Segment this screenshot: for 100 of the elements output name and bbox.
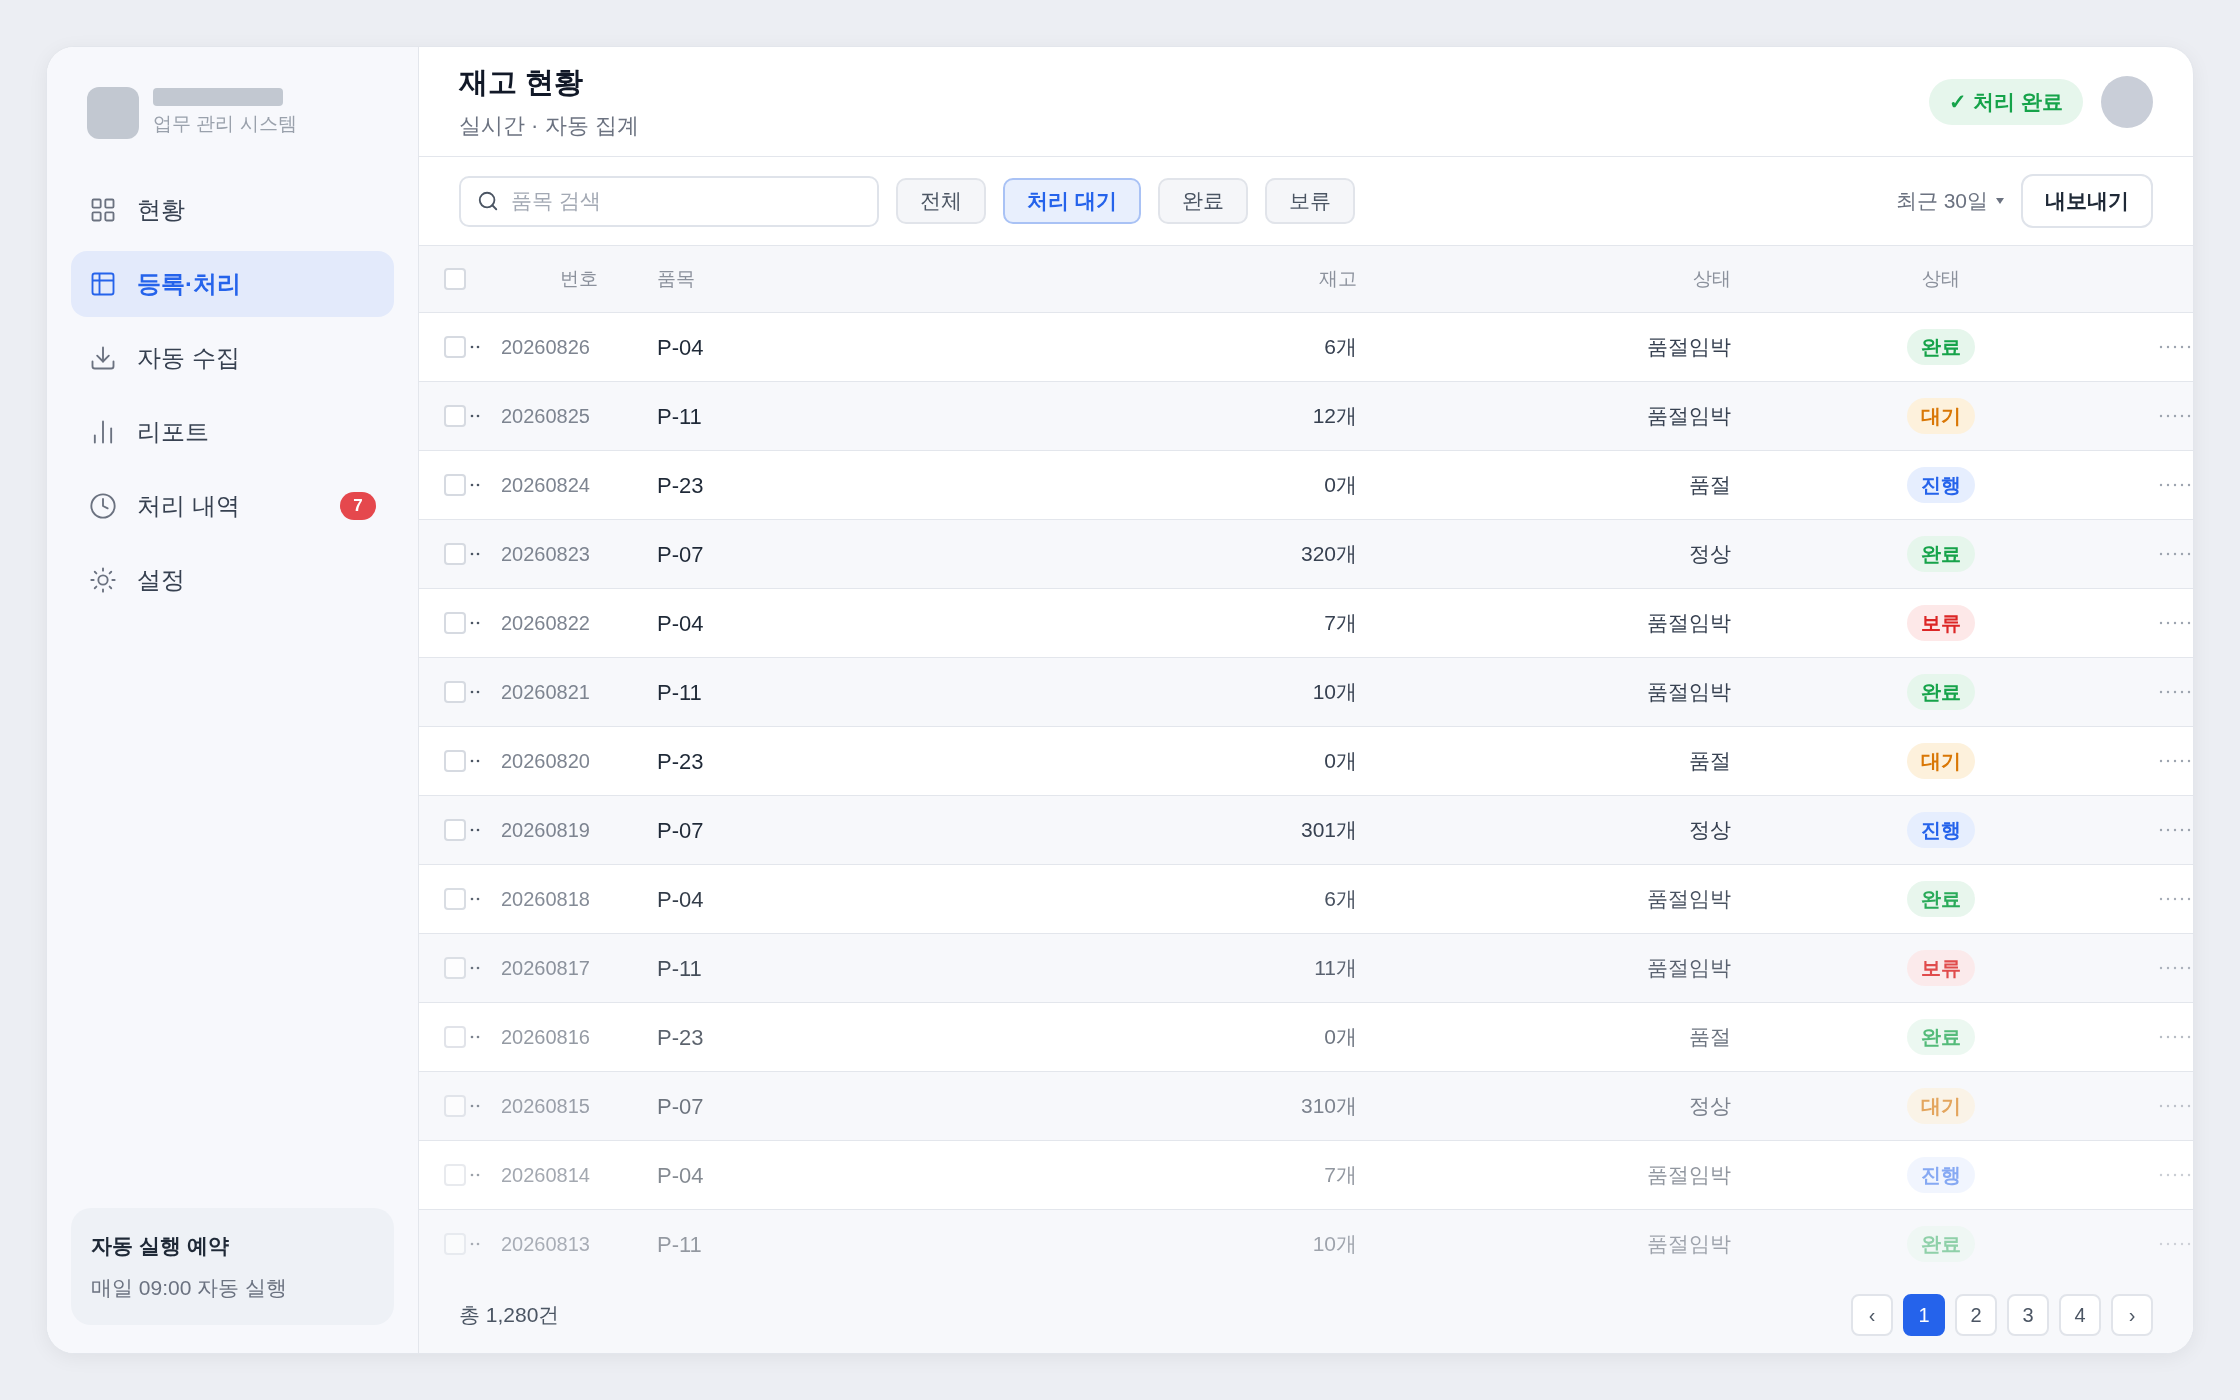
- page-button[interactable]: 1: [1903, 1294, 1945, 1336]
- row-checkbox[interactable]: [444, 1026, 466, 1048]
- drag-handle-icon[interactable]: [470, 1035, 480, 1039]
- row-checkbox[interactable]: [444, 543, 466, 565]
- filter-chip[interactable]: 전체: [896, 178, 986, 224]
- page-button[interactable]: 2: [1955, 1294, 1997, 1336]
- page-button[interactable]: 3: [2007, 1294, 2049, 1336]
- table-cell-text: 품절임박: [1647, 886, 1731, 913]
- download-icon: [89, 344, 117, 372]
- export-button[interactable]: 내보내기: [2021, 174, 2153, 228]
- filter-chip[interactable]: 처리 대기: [1003, 178, 1141, 224]
- more-icon[interactable]: [2159, 1035, 2193, 1039]
- page-button[interactable]: 4: [2059, 1294, 2101, 1336]
- drag-handle-icon[interactable]: [470, 1173, 480, 1177]
- status-badge: 진행: [1907, 812, 1975, 848]
- drag-handle-icon[interactable]: [470, 621, 480, 625]
- table-cell-text: P-04: [657, 333, 705, 362]
- column-header: 재고: [1319, 266, 1357, 291]
- table-cell-text: P-23: [657, 1023, 705, 1052]
- drag-handle-icon[interactable]: [470, 483, 480, 487]
- table-cell-text: 20260818: [501, 887, 591, 912]
- column-header: 상태: [1922, 266, 1960, 291]
- table-cell-text: 20260817: [501, 956, 591, 981]
- drag-handle-icon[interactable]: [470, 414, 480, 418]
- row-checkbox[interactable]: [444, 474, 466, 496]
- more-icon[interactable]: [2159, 483, 2193, 487]
- table-cell-text: 20260815: [501, 1094, 591, 1119]
- drag-handle-icon[interactable]: [470, 897, 480, 901]
- table-cell-text: P-11: [657, 954, 703, 983]
- table-cell-text: 품절임박: [1647, 334, 1731, 361]
- table-cell-text: P-07: [657, 540, 705, 569]
- drag-handle-icon[interactable]: [470, 828, 480, 832]
- more-icon[interactable]: [2159, 345, 2193, 349]
- avatar[interactable]: [2101, 75, 2153, 128]
- table-cell-text: 301개: [1300, 817, 1357, 844]
- table-icon: [89, 270, 117, 298]
- filter-chip[interactable]: 보류: [1264, 178, 1355, 224]
- table-cell-text: 20260823: [501, 542, 591, 567]
- nav-item[interactable]: 자동 수집: [71, 325, 394, 391]
- more-icon[interactable]: [2159, 1173, 2193, 1177]
- more-icon[interactable]: [2159, 897, 2193, 901]
- table-cell-text: 7개: [1324, 1162, 1357, 1189]
- status-badge: 보류: [1907, 950, 1975, 986]
- more-icon[interactable]: [2159, 828, 2193, 832]
- more-icon[interactable]: [2159, 621, 2193, 625]
- drag-handle-icon[interactable]: [470, 1104, 480, 1108]
- nav-item[interactable]: 등록·처리: [71, 251, 394, 317]
- status-badge: 대기: [1907, 743, 1975, 779]
- drag-handle-icon[interactable]: [470, 759, 480, 763]
- table-cell-text: 20260824: [501, 473, 591, 498]
- row-checkbox[interactable]: [444, 888, 466, 910]
- status-badge: 대기: [1907, 1088, 1975, 1124]
- table-cell-text: 품절임박: [1647, 610, 1731, 637]
- drag-handle-icon[interactable]: [470, 690, 480, 694]
- more-icon[interactable]: [2159, 552, 2193, 556]
- table-cell-text: P-11: [657, 1230, 703, 1259]
- table-cell-text: 품절임박: [1647, 679, 1731, 706]
- status-badge: 완료: [1907, 1019, 1975, 1055]
- table-cell-text: 정상: [1689, 1093, 1731, 1120]
- row-checkbox[interactable]: [444, 405, 466, 427]
- nav-item[interactable]: 리포트: [71, 399, 394, 465]
- select-all-checkbox[interactable]: [444, 268, 466, 290]
- period-dropdown[interactable]: 최근 30일: [1895, 185, 2004, 217]
- page-subtitle: 실시간 · 자동 집계: [459, 111, 640, 140]
- page-button[interactable]: ‹: [1851, 1294, 1893, 1336]
- more-icon[interactable]: [2159, 690, 2193, 694]
- table-cell-text: P-04: [657, 1161, 705, 1190]
- row-checkbox[interactable]: [444, 819, 466, 841]
- row-checkbox[interactable]: [444, 1095, 466, 1117]
- drag-handle-icon[interactable]: [470, 1242, 480, 1246]
- row-checkbox[interactable]: [444, 612, 466, 634]
- page-button[interactable]: ›: [2111, 1294, 2153, 1336]
- table-cell-text: 20260820: [501, 749, 591, 774]
- search-field[interactable]: 품목 검색: [459, 175, 879, 227]
- more-icon[interactable]: [2159, 759, 2193, 763]
- table-cell-text: 6개: [1324, 334, 1357, 361]
- table-cell-text: 품절임박: [1647, 955, 1731, 982]
- nav-item[interactable]: 현황: [71, 177, 394, 243]
- nav-item[interactable]: 처리 내역 7: [71, 473, 394, 539]
- schedule-title: 자동 실행 예약: [91, 1233, 230, 1259]
- more-icon[interactable]: [2159, 1242, 2193, 1246]
- more-icon[interactable]: [2159, 414, 2193, 418]
- row-checkbox[interactable]: [444, 336, 466, 358]
- table-cell-text: P-23: [657, 747, 705, 776]
- drag-handle-icon[interactable]: [470, 552, 480, 556]
- row-checkbox[interactable]: [444, 681, 466, 703]
- more-icon[interactable]: [2159, 1104, 2193, 1108]
- row-checkbox[interactable]: [444, 750, 466, 772]
- table-cell-text: 0개: [1324, 472, 1357, 499]
- drag-handle-icon[interactable]: [470, 966, 480, 970]
- drag-handle-icon[interactable]: [470, 345, 480, 349]
- table-cell-text: 20260819: [501, 818, 591, 843]
- table-cell-text: P-11: [657, 678, 703, 707]
- table-cell-text: 품절임박: [1647, 1231, 1731, 1258]
- nav-item[interactable]: 설정: [71, 547, 394, 613]
- schedule-text: 매일 09:00 자동 실행: [91, 1274, 289, 1301]
- filter-chip[interactable]: 완료: [1157, 178, 1248, 224]
- more-icon[interactable]: [2159, 966, 2193, 970]
- row-checkbox[interactable]: [444, 957, 466, 979]
- clock-icon: [89, 492, 117, 520]
